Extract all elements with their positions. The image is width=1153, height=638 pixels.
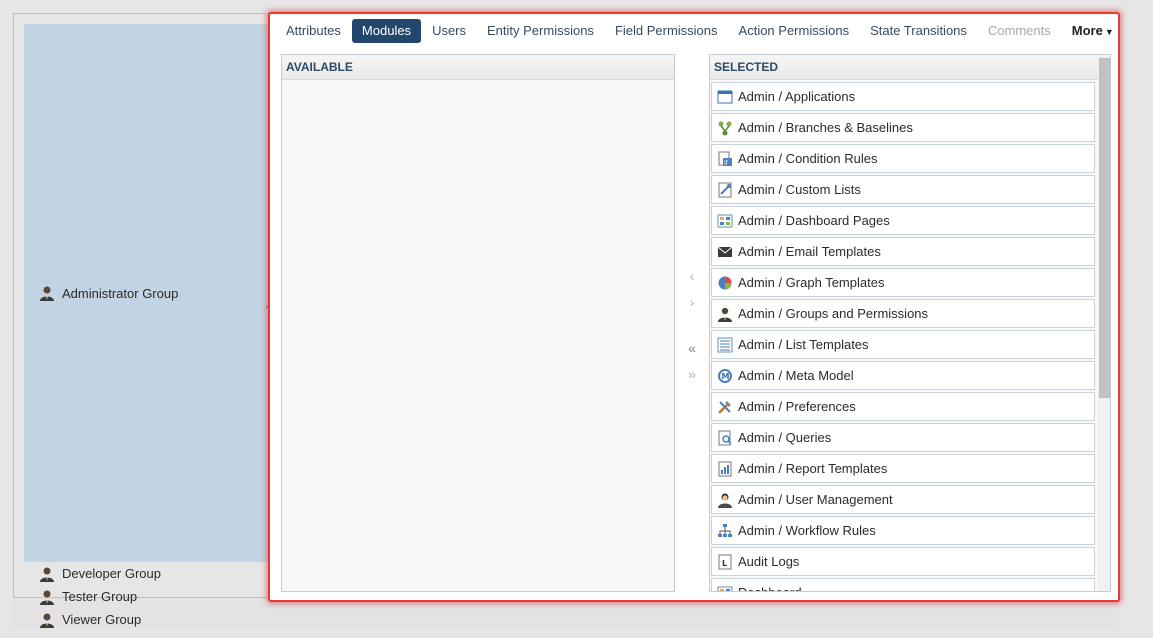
tab-users[interactable]: Users <box>422 19 476 43</box>
tab-attributes[interactable]: Attributes <box>276 19 351 43</box>
selected-list-item[interactable]: Admin / Graph Templates <box>711 268 1095 297</box>
tab-field-permissions[interactable]: Field Permissions <box>605 19 728 43</box>
group-item-viewer[interactable]: Viewer Group <box>24 608 256 631</box>
group-item-developer[interactable]: Developer Group <box>24 562 256 585</box>
branches-icon <box>718 121 732 135</box>
move-all-left-button[interactable]: « <box>680 338 704 358</box>
selected-list-item[interactable]: Admin / Queries <box>711 423 1095 452</box>
group-label: Developer Group <box>62 566 161 581</box>
tools-icon <box>718 400 731 414</box>
group-label: Viewer Group <box>62 612 142 627</box>
selected-list-item[interactable]: Admin / User Management <box>711 485 1095 514</box>
scrollbar[interactable] <box>1098 56 1110 591</box>
scrollbar-thumb[interactable] <box>1099 58 1110 398</box>
selected-item-label: Admin / Applications <box>738 89 856 104</box>
workflow-icon <box>718 523 732 537</box>
pie-chart-icon <box>718 276 732 289</box>
meta-model-icon: M <box>718 368 732 383</box>
condition-rules-icon: if <box>718 151 732 167</box>
selected-item-label: Admin / Dashboard Pages <box>738 213 890 228</box>
selected-items: Admin / Applications Admin / Branches & B… <box>711 82 1095 591</box>
selected-item-label: Admin / Custom Lists <box>738 182 861 197</box>
selected-list-item[interactable]: Admin / Report Templates <box>711 454 1095 483</box>
selected-list-item[interactable]: Admin / Workflow Rules <box>711 516 1095 545</box>
query-document-icon <box>718 430 732 445</box>
selected-item-label: Admin / Email Templates <box>738 244 881 259</box>
selected-item-label: Admin / Branches & Baselines <box>738 120 913 135</box>
group-user-icon <box>40 567 54 582</box>
group-user-icon <box>40 286 54 301</box>
group-user-icon <box>718 307 732 322</box>
selected-list-item[interactable]: Admin / Branches & Baselines <box>711 113 1095 142</box>
selected-item-label: Admin / Report Templates <box>738 461 888 476</box>
application-window-icon <box>717 90 733 103</box>
tab-more-menu[interactable]: More ▼ <box>1062 19 1124 43</box>
selected-list-item[interactable]: M Admin / Meta Model <box>711 361 1095 390</box>
available-header: AVAILABLE <box>282 55 674 80</box>
move-right-button[interactable]: › <box>680 292 704 312</box>
selected-list-item[interactable]: Admin / Applications <box>711 82 1095 111</box>
selected-item-label: Admin / Graph Templates <box>738 275 885 290</box>
selected-item-label: Admin / Meta Model <box>738 368 854 383</box>
audit-log-icon: L <box>718 554 732 569</box>
tab-state-transitions[interactable]: State Transitions <box>860 19 977 43</box>
group-detail-panel: Attributes Modules Users Entity Permissi… <box>268 12 1120 602</box>
selected-item-label: Admin / Preferences <box>738 399 856 414</box>
tab-modules[interactable]: Modules <box>351 19 422 43</box>
group-list: Administrator Group Developer Group Test… <box>24 24 426 631</box>
selected-header: SELECTED <box>710 55 1110 80</box>
custom-lists-icon <box>718 182 732 197</box>
tab-comments: Comments <box>987 23 1051 38</box>
available-list[interactable]: AVAILABLE <box>281 54 675 592</box>
group-label: Administrator Group <box>62 285 179 301</box>
selected-list[interactable]: SELECTED Admin / Applications Admin / Bra… <box>709 54 1111 592</box>
selected-list-item[interactable]: Admin / Email Templates <box>711 237 1095 266</box>
selected-item-label: Admin / User Management <box>738 492 893 507</box>
group-item-tester[interactable]: Tester Group <box>24 585 256 608</box>
selected-list-item[interactable]: Dashboard <box>711 578 1095 591</box>
selected-item-label: Admin / Condition Rules <box>738 151 878 166</box>
group-label: Tester Group <box>62 589 138 604</box>
dashboard-icon <box>717 214 733 227</box>
move-left-button[interactable]: ‹ <box>680 266 704 286</box>
caret-down-icon: ▼ <box>1104 27 1114 37</box>
selected-list-item[interactable]: Admin / List Templates <box>711 330 1095 359</box>
move-all-right-button[interactable]: » <box>680 364 704 384</box>
more-label: More <box>1071 23 1103 38</box>
selected-item-label: Admin / Queries <box>738 430 832 445</box>
selected-list-item[interactable]: Admin / Preferences <box>711 392 1095 421</box>
selected-list-item[interactable]: L Audit Logs <box>711 547 1095 576</box>
svg-text:M: M <box>722 372 730 381</box>
user-icon <box>718 493 732 508</box>
selected-item-label: Audit Logs <box>738 554 800 569</box>
svg-text:L: L <box>722 559 727 568</box>
report-chart-icon <box>718 461 732 476</box>
group-user-icon <box>40 613 54 628</box>
selected-item-label: Admin / Groups and Permissions <box>738 306 929 321</box>
selected-item-label: Admin / Workflow Rules <box>738 523 876 538</box>
tab-action-permissions[interactable]: Action Permissions <box>729 19 860 43</box>
selected-item-label: Dashboard <box>738 585 802 591</box>
envelope-icon <box>717 246 733 257</box>
group-user-icon <box>40 590 54 605</box>
selected-list-item[interactable]: Admin / Dashboard Pages <box>711 206 1095 235</box>
tab-bar: Attributes Modules Users Entity Permissi… <box>276 18 1125 44</box>
tab-entity-permissions[interactable]: Entity Permissions <box>477 19 604 43</box>
dashboard-icon <box>717 586 733 591</box>
selected-list-item[interactable]: if Admin / Condition Rules <box>711 144 1095 173</box>
selected-list-item[interactable]: Admin / Custom Lists <box>711 175 1095 204</box>
selected-list-item[interactable]: Admin / Groups and Permissions <box>711 299 1095 328</box>
list-icon <box>717 337 733 352</box>
selected-item-label: Admin / List Templates <box>738 337 869 352</box>
